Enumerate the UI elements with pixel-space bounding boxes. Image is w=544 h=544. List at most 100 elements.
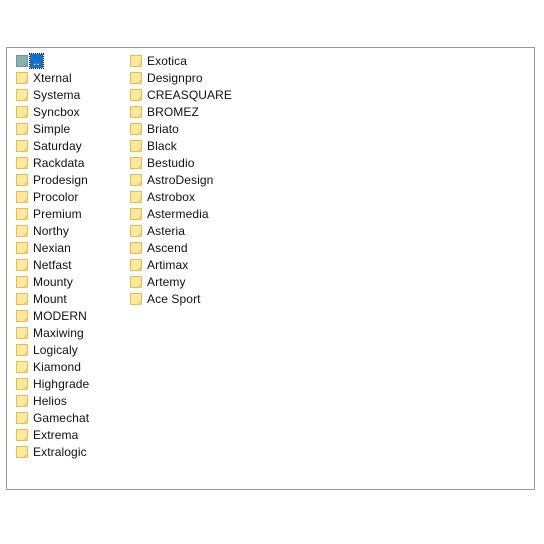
file-list-item-label: Designpro: [147, 70, 203, 85]
file-list-item-label: Ace Sport: [147, 291, 201, 306]
folder-icon: [128, 104, 144, 120]
file-list-item-label: Artemy: [147, 274, 186, 289]
file-list-item-label: Kiamond: [33, 359, 82, 374]
file-list-item-selected[interactable]: ..: [14, 52, 44, 69]
file-list-item[interactable]: Premium: [14, 205, 84, 222]
folder-icon: [14, 342, 30, 358]
folder-icon: [14, 291, 30, 307]
file-list-item[interactable]: Briato: [128, 120, 181, 137]
folder-icon: [14, 121, 30, 137]
file-list-item[interactable]: MODERN: [14, 307, 89, 324]
folder-icon: [14, 444, 30, 460]
file-browser-panel[interactable]: .. Xternal Systema Syncbox Simple Saturday Rac…: [6, 47, 535, 490]
app-root: .. Xternal Systema Syncbox Simple Saturday Rac…: [0, 0, 544, 544]
file-list-item[interactable]: Astrobox: [128, 188, 197, 205]
file-list-item[interactable]: Designpro: [128, 69, 205, 86]
file-list-item-label: MODERN: [33, 308, 87, 323]
file-list-item[interactable]: Systema: [14, 86, 82, 103]
folder-icon: [14, 206, 30, 222]
file-list-item[interactable]: Netfast: [14, 256, 74, 273]
file-list-item[interactable]: Black: [128, 137, 179, 154]
file-list-item[interactable]: Rackdata: [14, 154, 87, 171]
file-list-item-label: Ascend: [147, 240, 188, 255]
file-list-item-label: Northy: [33, 223, 69, 238]
file-list-item[interactable]: Saturday: [14, 137, 84, 154]
file-list-item[interactable]: BROMEZ: [128, 103, 201, 120]
file-list-item[interactable]: Northy: [14, 222, 71, 239]
file-list-item-label: Prodesign: [33, 172, 88, 187]
file-list-item-label: Logicaly: [33, 342, 78, 357]
file-list-item-label: Simple: [33, 121, 71, 136]
file-list-item-label: Systema: [33, 87, 81, 102]
file-list-item[interactable]: Xternal: [14, 69, 74, 86]
file-list-item[interactable]: Maxiwing: [14, 324, 86, 341]
file-list-item[interactable]: Artemy: [128, 273, 188, 290]
file-list-item[interactable]: AstroDesign: [128, 171, 215, 188]
file-list-item[interactable]: Kiamond: [14, 358, 83, 375]
file-list-item-label: ..: [29, 52, 44, 69]
folder-icon: [14, 138, 30, 154]
file-list-item[interactable]: Extralogic: [14, 443, 89, 460]
file-list-item-label: Extralogic: [33, 444, 87, 459]
file-list-item-label: Gamechat: [33, 410, 90, 425]
folder-icon: [14, 223, 30, 239]
file-list-columns: .. Xternal Systema Syncbox Simple Saturday Rac…: [7, 48, 248, 460]
file-list-item-label: Briato: [147, 121, 179, 136]
folder-icon: [14, 240, 30, 256]
file-list-column-1: Exotica Designpro CREASQUARE BROMEZ Briato Bl…: [126, 48, 248, 307]
folder-icon: [128, 53, 144, 69]
file-list-item-label: Asteria: [147, 223, 186, 238]
file-list-item-label: Artimax: [147, 257, 189, 272]
file-list-item[interactable]: Exotica: [128, 52, 189, 69]
file-list-item[interactable]: Prodesign: [14, 171, 90, 188]
folder-icon: [128, 206, 144, 222]
file-list-item-label: Highgrade: [33, 376, 90, 391]
file-list-item-label: Astrobox: [147, 189, 196, 204]
folder-icon: [14, 257, 30, 273]
file-list-column-0: .. Xternal Systema Syncbox Simple Saturday Rac…: [7, 48, 126, 460]
file-list-item[interactable]: Artimax: [128, 256, 190, 273]
file-list-item[interactable]: Ace Sport: [128, 290, 203, 307]
folder-icon: [14, 393, 30, 409]
folder-icon: [14, 189, 30, 205]
folder-icon: [128, 138, 144, 154]
file-list-item-label: Xternal: [33, 70, 72, 85]
file-list-item[interactable]: Helios: [14, 392, 69, 409]
file-list-item[interactable]: Simple: [14, 120, 72, 137]
folder-icon: [128, 87, 144, 103]
file-list-item-label: Bestudio: [147, 155, 195, 170]
folder-icon: [14, 274, 30, 290]
file-list-item[interactable]: Gamechat: [14, 409, 91, 426]
file-list-item[interactable]: Nexian: [14, 239, 73, 256]
file-list-item-label: Saturday: [33, 138, 82, 153]
file-list-item[interactable]: Extrema: [14, 426, 80, 443]
file-list-item-label: Procolor: [33, 189, 79, 204]
folder-icon: [128, 223, 144, 239]
folder-icon: [128, 240, 144, 256]
folder-parent-icon: [14, 53, 30, 69]
file-list-item-label: Syncbox: [33, 104, 80, 119]
file-list-item[interactable]: Astermedia: [128, 205, 211, 222]
file-list-item-label: Nexian: [33, 240, 71, 255]
file-list-item[interactable]: Mount: [14, 290, 69, 307]
file-list-item[interactable]: CREASQUARE: [128, 86, 234, 103]
file-list-item[interactable]: Logicaly: [14, 341, 80, 358]
file-list-item-label: CREASQUARE: [147, 87, 233, 102]
file-list-item-label: Maxiwing: [33, 325, 84, 340]
folder-icon: [128, 291, 144, 307]
folder-icon: [14, 325, 30, 341]
file-list-item[interactable]: Syncbox: [14, 103, 82, 120]
folder-icon: [128, 172, 144, 188]
file-list-item-label: Rackdata: [33, 155, 85, 170]
folder-icon: [14, 308, 30, 324]
file-list-item[interactable]: Procolor: [14, 188, 80, 205]
folder-icon: [14, 427, 30, 443]
folder-icon: [14, 104, 30, 120]
file-list-item[interactable]: Asteria: [128, 222, 187, 239]
folder-icon: [128, 70, 144, 86]
file-list-item[interactable]: Highgrade: [14, 375, 91, 392]
file-list-item[interactable]: Bestudio: [128, 154, 197, 171]
folder-icon: [128, 121, 144, 137]
file-list-item[interactable]: Ascend: [128, 239, 190, 256]
file-list-item[interactable]: Mounty: [14, 273, 75, 290]
